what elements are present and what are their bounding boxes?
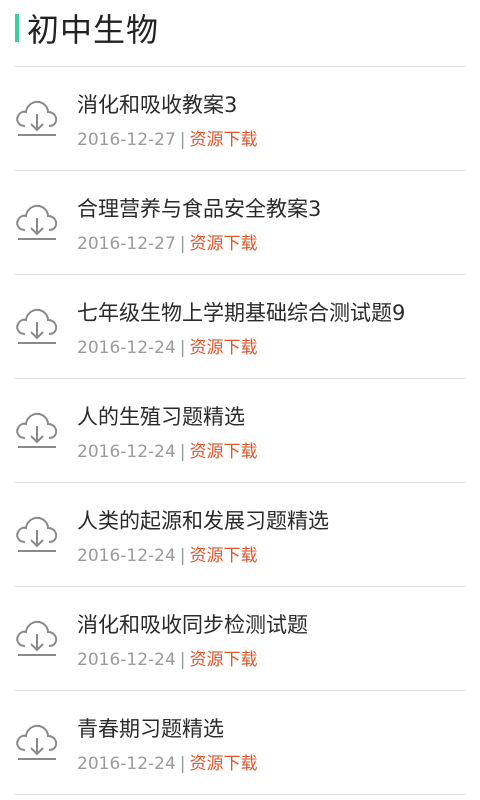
item-title[interactable]: 消化和吸收教案3 bbox=[77, 89, 237, 119]
meta-separator: | bbox=[179, 650, 186, 670]
item-date: 2016-12-24 bbox=[77, 338, 176, 358]
download-link[interactable]: 资源下载 bbox=[190, 442, 258, 462]
list-item[interactable]: 消化和吸收同步检测试题 2016-12-24 | 资源下载 bbox=[15, 587, 465, 691]
item-meta: 2016-12-24 | 资源下载 bbox=[77, 749, 258, 774]
page-header: 初中生物 bbox=[15, 6, 159, 50]
item-title[interactable]: 消化和吸收同步检测试题 bbox=[77, 609, 308, 639]
resource-list-page: 初中生物 消化和吸收教案3 2016-12-27 | 资源下载 合理营养与食品安… bbox=[0, 0, 480, 800]
download-link[interactable]: 资源下载 bbox=[190, 338, 258, 358]
item-date: 2016-12-24 bbox=[77, 442, 176, 462]
cloud-download-icon[interactable] bbox=[15, 198, 59, 246]
download-link[interactable]: 资源下载 bbox=[190, 754, 258, 774]
cloud-download-icon[interactable] bbox=[15, 406, 59, 454]
item-meta: 2016-12-24 | 资源下载 bbox=[77, 645, 258, 670]
item-date: 2016-12-24 bbox=[77, 546, 176, 566]
list-item[interactable]: 消化和吸收教案3 2016-12-27 | 资源下载 bbox=[15, 67, 465, 171]
item-date: 2016-12-27 bbox=[77, 130, 176, 150]
download-link[interactable]: 资源下载 bbox=[190, 234, 258, 254]
download-link[interactable]: 资源下载 bbox=[190, 130, 258, 150]
page-title: 初中生物 bbox=[27, 11, 160, 49]
list-item[interactable]: 人类的起源和发展习题精选 2016-12-24 | 资源下载 bbox=[15, 483, 465, 587]
item-meta: 2016-12-24 | 资源下载 bbox=[77, 437, 258, 462]
resource-list: 消化和吸收教案3 2016-12-27 | 资源下载 合理营养与食品安全教案3 20… bbox=[15, 67, 465, 795]
meta-separator: | bbox=[179, 546, 186, 566]
item-meta: 2016-12-27 | 资源下载 bbox=[77, 229, 258, 254]
header-accent-bar bbox=[15, 14, 19, 42]
item-title[interactable]: 人的生殖习题精选 bbox=[77, 401, 245, 431]
item-title[interactable]: 合理营养与食品安全教案3 bbox=[77, 193, 321, 223]
cloud-download-icon[interactable] bbox=[15, 510, 59, 558]
list-item[interactable]: 青春期习题精选 2016-12-24 | 资源下载 bbox=[15, 691, 465, 795]
meta-separator: | bbox=[179, 234, 186, 254]
download-link[interactable]: 资源下载 bbox=[190, 650, 258, 670]
item-meta: 2016-12-24 | 资源下载 bbox=[77, 541, 258, 566]
meta-separator: | bbox=[179, 338, 186, 358]
item-title[interactable]: 人类的起源和发展习题精选 bbox=[77, 505, 329, 535]
cloud-download-icon[interactable] bbox=[15, 94, 59, 142]
list-item[interactable]: 七年级生物上学期基础综合测试题9 2016-12-24 | 资源下载 bbox=[15, 275, 465, 379]
meta-separator: | bbox=[179, 754, 186, 774]
item-title[interactable]: 青春期习题精选 bbox=[77, 713, 224, 743]
meta-separator: | bbox=[179, 442, 186, 462]
list-item[interactable]: 合理营养与食品安全教案3 2016-12-27 | 资源下载 bbox=[15, 171, 465, 275]
cloud-download-icon[interactable] bbox=[15, 302, 59, 350]
download-link[interactable]: 资源下载 bbox=[190, 546, 258, 566]
cloud-download-icon[interactable] bbox=[15, 614, 59, 662]
item-date: 2016-12-24 bbox=[77, 650, 176, 670]
item-date: 2016-12-27 bbox=[77, 234, 176, 254]
item-meta: 2016-12-24 | 资源下载 bbox=[77, 333, 258, 358]
item-title[interactable]: 七年级生物上学期基础综合测试题9 bbox=[77, 297, 405, 327]
item-date: 2016-12-24 bbox=[77, 754, 176, 774]
item-meta: 2016-12-27 | 资源下载 bbox=[77, 125, 258, 150]
cloud-download-icon[interactable] bbox=[15, 718, 59, 766]
list-item[interactable]: 人的生殖习题精选 2016-12-24 | 资源下载 bbox=[15, 379, 465, 483]
meta-separator: | bbox=[179, 130, 186, 150]
